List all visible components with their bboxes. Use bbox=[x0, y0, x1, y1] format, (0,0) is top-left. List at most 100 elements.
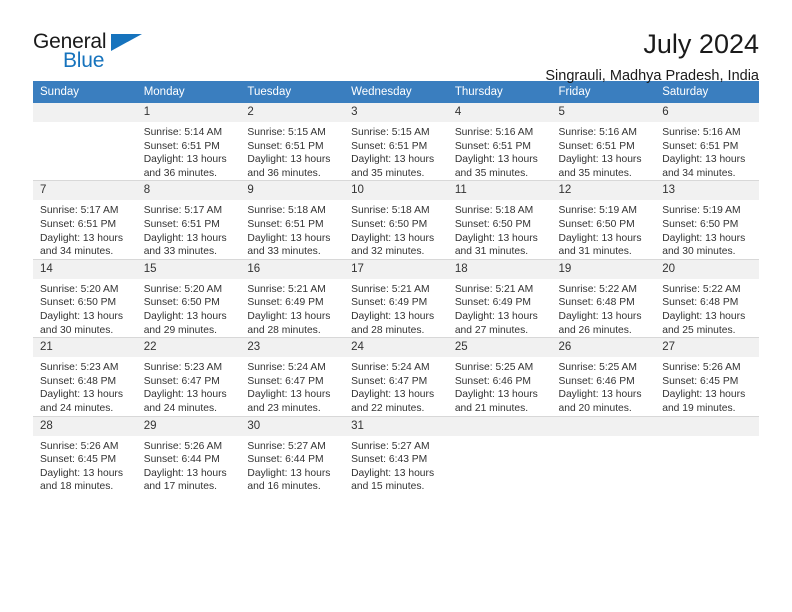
day-detail-line: Daylight: 13 hours bbox=[351, 389, 435, 401]
day-cell-inner bbox=[33, 103, 137, 180]
day-detail-line: Sunrise: 5:15 AM bbox=[247, 127, 326, 138]
calendar-day-cell[interactable]: 9 Sunrise: 5:18 AM Sunset: 6:51 PM Daylight… bbox=[240, 181, 345, 258]
calendar-day-cell[interactable]: 7 Sunrise: 5:17 AM Sunset: 6:51 PM Daylight… bbox=[33, 181, 137, 258]
calendar-day-cell[interactable]: 10 Sunrise: 5:18 AM Sunset: 6:50 PM Dayligh… bbox=[344, 181, 448, 258]
day-cell-inner: 18 Sunrise: 5:21 AM Sunset: 6:49 PM Dayligh… bbox=[447, 259, 552, 337]
day-details: Sunrise: 5:18 AM Sunset: 6:50 PM Daylight:… bbox=[448, 200, 552, 258]
day-number bbox=[655, 416, 759, 436]
day-detail-line: Sunset: 6:47 PM bbox=[143, 375, 220, 387]
day-detail-line: Sunset: 6:50 PM bbox=[662, 218, 739, 230]
calendar-day-cell[interactable]: 28 Sunrise: 5:26 AM Sunset: 6:45 PM Dayligh… bbox=[33, 416, 137, 494]
day-detail-line: Daylight: 13 hours bbox=[40, 232, 123, 244]
calendar-day-cell[interactable]: 3 Sunrise: 5:15 AM Sunset: 6:51 PM Daylight… bbox=[344, 103, 448, 180]
calendar-day-cell[interactable]: 11 Sunrise: 5:18 AM Sunset: 6:50 PM Dayligh… bbox=[447, 181, 552, 258]
day-details: Sunrise: 5:21 AM Sunset: 6:49 PM Daylight:… bbox=[448, 279, 552, 337]
day-number: 21 bbox=[33, 338, 137, 358]
day-number: 22 bbox=[136, 338, 241, 358]
day-cell-inner: 27 Sunrise: 5:26 AM Sunset: 6:45 PM Dayligh… bbox=[655, 338, 759, 415]
calendar-day-cell[interactable]: 2 Sunrise: 5:15 AM Sunset: 6:51 PM Daylight… bbox=[240, 103, 345, 180]
day-detail-line: and 35 minutes. bbox=[558, 167, 632, 179]
weekday-header-tuesday: Tuesday bbox=[240, 81, 345, 103]
calendar-day-cell[interactable]: 20 Sunrise: 5:22 AM Sunset: 6:48 PM Dayligh… bbox=[655, 259, 759, 337]
day-cell-inner: 25 Sunrise: 5:25 AM Sunset: 6:46 PM Dayligh… bbox=[447, 338, 552, 415]
day-number: 10 bbox=[344, 181, 448, 201]
day-detail-line: Daylight: 13 hours bbox=[662, 232, 746, 244]
calendar-day-cell[interactable]: 26 Sunrise: 5:25 AM Sunset: 6:46 PM Dayligh… bbox=[551, 338, 656, 415]
day-number: 24 bbox=[344, 338, 448, 358]
day-number: 30 bbox=[240, 416, 345, 436]
calendar-table: Sunday Monday Tuesday Wednesday Thursday… bbox=[33, 81, 759, 494]
weekday-header-thursday: Thursday bbox=[447, 81, 552, 103]
day-cell-inner: 3 Sunrise: 5:15 AM Sunset: 6:51 PM Daylight… bbox=[344, 103, 448, 180]
day-detail-line: Sunset: 6:44 PM bbox=[143, 454, 220, 466]
calendar-empty-cell bbox=[655, 416, 759, 494]
day-detail-line: and 18 minutes. bbox=[40, 481, 114, 493]
calendar-day-cell[interactable]: 29 Sunrise: 5:26 AM Sunset: 6:44 PM Dayligh… bbox=[136, 416, 241, 494]
calendar-day-cell[interactable]: 19 Sunrise: 5:22 AM Sunset: 6:48 PM Dayligh… bbox=[551, 259, 656, 337]
day-detail-line: Sunrise: 5:18 AM bbox=[247, 205, 326, 217]
day-detail-line: Daylight: 13 hours bbox=[143, 467, 227, 479]
day-number: 4 bbox=[447, 103, 552, 122]
calendar-day-cell[interactable]: 27 Sunrise: 5:26 AM Sunset: 6:45 PM Dayligh… bbox=[655, 338, 759, 415]
calendar-day-cell[interactable]: 25 Sunrise: 5:25 AM Sunset: 6:46 PM Dayligh… bbox=[447, 338, 552, 415]
calendar-day-cell[interactable]: 22 Sunrise: 5:23 AM Sunset: 6:47 PM Dayligh… bbox=[136, 338, 241, 415]
day-detail-line: Daylight: 13 hours bbox=[247, 389, 331, 401]
day-details: Sunrise: 5:15 AM Sunset: 6:51 PM Daylight:… bbox=[344, 122, 448, 180]
page-title: July 2024 bbox=[643, 29, 759, 59]
day-detail-line: Sunset: 6:51 PM bbox=[247, 140, 324, 152]
day-number: 13 bbox=[655, 181, 759, 201]
day-detail-line: Sunset: 6:51 PM bbox=[351, 140, 428, 152]
calendar-day-cell[interactable]: 12 Sunrise: 5:19 AM Sunset: 6:50 PM Dayligh… bbox=[551, 181, 656, 258]
day-detail-line: and 34 minutes. bbox=[662, 167, 736, 179]
calendar-day-cell[interactable]: 1 Sunrise: 5:14 AM Sunset: 6:51 PM Daylight… bbox=[136, 103, 241, 180]
day-detail-line: Sunrise: 5:24 AM bbox=[247, 362, 326, 374]
day-details: Sunrise: 5:16 AM Sunset: 6:51 PM Daylight:… bbox=[552, 122, 656, 180]
calendar-day-cell[interactable]: 8 Sunrise: 5:17 AM Sunset: 6:51 PM Daylight… bbox=[136, 181, 241, 258]
day-details: Sunrise: 5:26 AM Sunset: 6:45 PM Daylight:… bbox=[33, 436, 137, 494]
calendar-day-cell[interactable]: 23 Sunrise: 5:24 AM Sunset: 6:47 PM Dayligh… bbox=[240, 338, 345, 415]
day-detail-line: Sunrise: 5:15 AM bbox=[351, 127, 430, 138]
day-detail-line: Sunrise: 5:26 AM bbox=[662, 362, 741, 374]
day-details: Sunrise: 5:16 AM Sunset: 6:51 PM Daylight:… bbox=[448, 122, 552, 180]
day-detail-line: Sunset: 6:45 PM bbox=[662, 375, 739, 387]
title-block: July 2024 Singrauli, Madhya Pradesh, Ind… bbox=[545, 28, 759, 87]
day-detail-line: Sunset: 6:44 PM bbox=[247, 454, 324, 466]
weekday-header-wednesday: Wednesday bbox=[344, 81, 448, 103]
day-detail-line: Sunset: 6:51 PM bbox=[40, 218, 117, 230]
day-cell-inner: 26 Sunrise: 5:25 AM Sunset: 6:46 PM Dayligh… bbox=[551, 338, 656, 415]
day-details: Sunrise: 5:23 AM Sunset: 6:47 PM Daylight:… bbox=[137, 357, 241, 415]
day-detail-line: Sunset: 6:43 PM bbox=[351, 454, 428, 466]
calendar-day-cell[interactable]: 4 Sunrise: 5:16 AM Sunset: 6:51 PM Daylight… bbox=[447, 103, 552, 180]
calendar-empty-cell bbox=[33, 103, 137, 180]
calendar-day-cell[interactable]: 13 Sunrise: 5:19 AM Sunset: 6:50 PM Dayligh… bbox=[655, 181, 759, 258]
calendar-day-cell[interactable]: 5 Sunrise: 5:16 AM Sunset: 6:51 PM Daylight… bbox=[551, 103, 656, 180]
day-number: 2 bbox=[240, 103, 345, 122]
calendar-day-cell[interactable]: 15 Sunrise: 5:20 AM Sunset: 6:50 PM Dayligh… bbox=[136, 259, 241, 337]
day-detail-line: and 30 minutes. bbox=[662, 246, 736, 258]
day-detail-line: Daylight: 13 hours bbox=[558, 154, 642, 166]
calendar-day-cell[interactable]: 16 Sunrise: 5:21 AM Sunset: 6:49 PM Dayligh… bbox=[240, 259, 345, 337]
day-detail-line: Sunrise: 5:16 AM bbox=[454, 127, 534, 138]
calendar-day-cell[interactable]: 30 Sunrise: 5:27 AM Sunset: 6:44 PM Dayligh… bbox=[240, 416, 345, 494]
day-detail-line: Sunset: 6:50 PM bbox=[143, 297, 220, 309]
calendar-day-cell[interactable]: 17 Sunrise: 5:21 AM Sunset: 6:49 PM Dayligh… bbox=[344, 259, 448, 337]
day-detail-line: Sunrise: 5:18 AM bbox=[454, 205, 534, 217]
day-detail-line: Daylight: 13 hours bbox=[351, 310, 435, 322]
calendar-day-cell[interactable]: 24 Sunrise: 5:24 AM Sunset: 6:47 PM Dayligh… bbox=[344, 338, 448, 415]
day-detail-line: and 36 minutes. bbox=[247, 167, 321, 179]
day-number: 6 bbox=[655, 103, 759, 122]
calendar-day-cell[interactable]: 6 Sunrise: 5:16 AM Sunset: 6:51 PM Daylight… bbox=[655, 103, 759, 180]
calendar-day-cell[interactable]: 18 Sunrise: 5:21 AM Sunset: 6:49 PM Dayligh… bbox=[447, 259, 552, 337]
day-detail-line: Daylight: 13 hours bbox=[40, 310, 123, 322]
calendar-day-cell[interactable]: 14 Sunrise: 5:20 AM Sunset: 6:50 PM Dayligh… bbox=[33, 259, 137, 337]
calendar-day-cell[interactable]: 31 Sunrise: 5:27 AM Sunset: 6:43 PM Dayligh… bbox=[344, 416, 448, 494]
calendar-day-cell[interactable]: 21 Sunrise: 5:23 AM Sunset: 6:48 PM Dayligh… bbox=[33, 338, 137, 415]
calendar-week-row: 14 Sunrise: 5:20 AM Sunset: 6:50 PM Dayligh… bbox=[33, 259, 759, 337]
day-detail-line: and 20 minutes. bbox=[558, 402, 632, 414]
calendar-week-row: 28 Sunrise: 5:26 AM Sunset: 6:45 PM Dayligh… bbox=[33, 416, 759, 494]
day-detail-line: Daylight: 13 hours bbox=[247, 232, 331, 244]
day-detail-line: Sunset: 6:46 PM bbox=[454, 375, 531, 387]
day-details: Sunrise: 5:23 AM Sunset: 6:48 PM Daylight:… bbox=[33, 357, 137, 415]
day-detail-line: Daylight: 13 hours bbox=[454, 232, 538, 244]
day-detail-line: and 35 minutes. bbox=[454, 167, 529, 179]
